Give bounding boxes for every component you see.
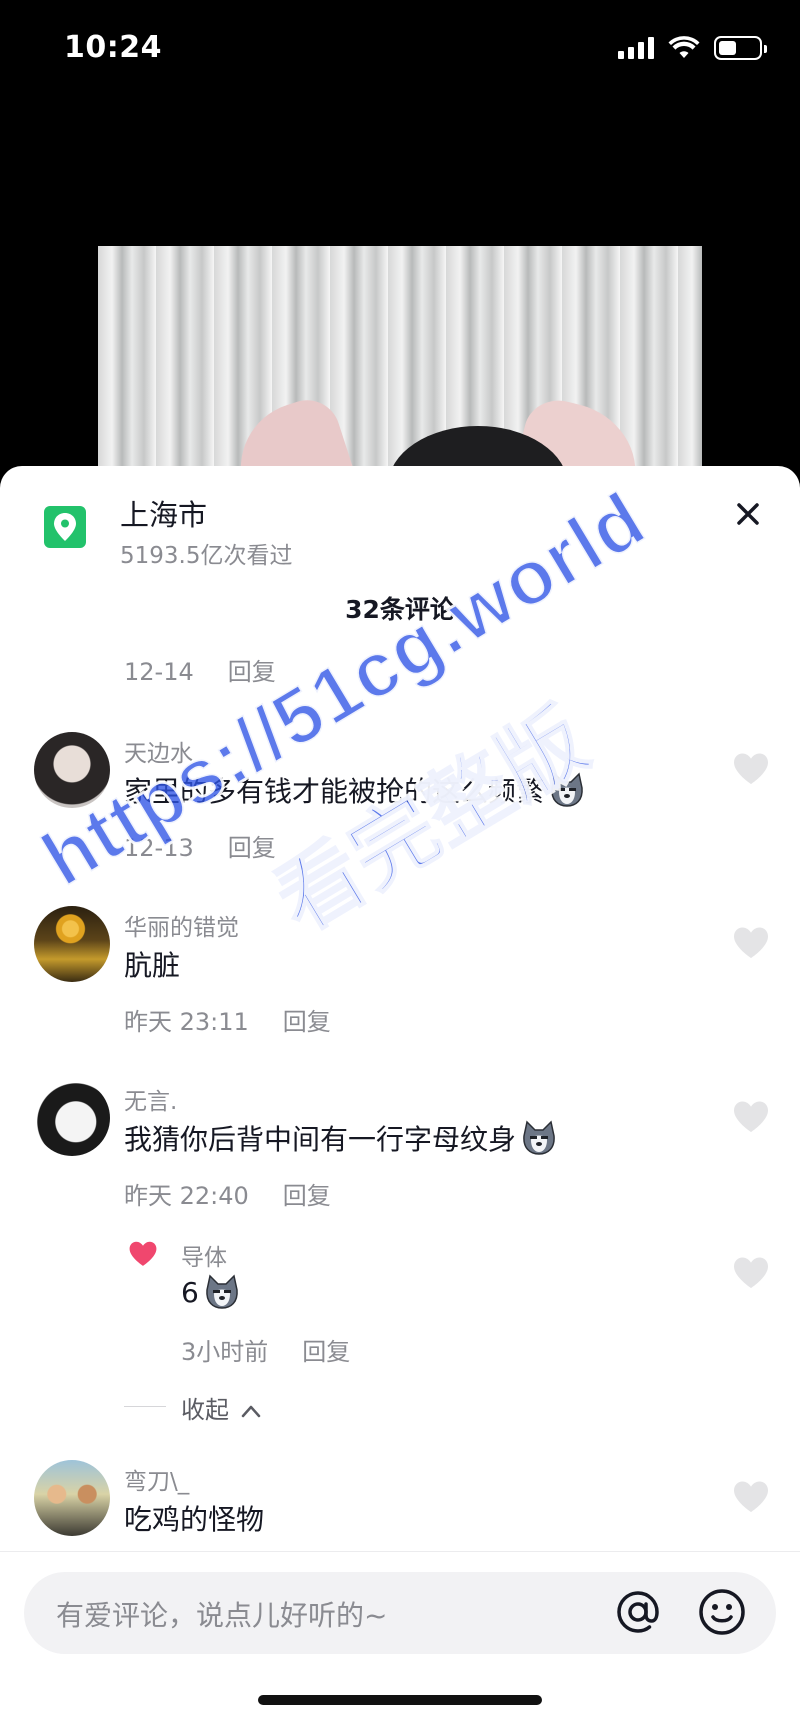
reply-button[interactable]: 回复 [302,1338,350,1366]
comment-text-content: 肮脏 [124,949,181,982]
comment-text-content: 家里的多有钱才能被抢的这么频繁 [124,775,545,808]
comment-text: 我猜你后背中间有一行字母纹身 [124,1118,558,1158]
location-name[interactable]: 上海市 [120,492,207,534]
collapse-label: 收起 [181,1396,229,1424]
cellular-signal-icon [618,37,654,59]
reply-button[interactable]: 回复 [283,1182,331,1210]
comment-username[interactable]: 华丽的错觉 [124,908,239,942]
heart-icon[interactable] [732,752,770,786]
reply-button[interactable]: 回复 [283,1008,331,1036]
status-bar: 10:24 [0,0,800,100]
cat-ear-left [223,391,363,476]
comment-date: 12-13 [124,834,194,862]
reply-date: 3小时前 [181,1338,269,1366]
reply-username[interactable]: 导体 [181,1238,227,1272]
comment-meta: 12-14 回复 [124,652,276,687]
comment-text: 家里的多有钱才能被抢的这么频繁 [124,770,586,810]
battery-icon [714,36,767,60]
comment-count-title: 32条评论 [345,595,455,624]
wifi-icon [668,36,700,58]
comment-input-placeholder: 有爱评论，说点儿好听的~ [56,1599,388,1632]
reply-button[interactable]: 回复 [228,834,276,862]
comment-username[interactable]: 弯刀\_ [124,1462,189,1496]
comment-text-content: 吃鸡的怪物 [124,1503,265,1536]
comment-input[interactable]: 有爱评论，说点儿好听的~ [24,1572,776,1654]
avatar[interactable] [34,1460,110,1536]
status-icons [618,36,767,60]
comment-date: 昨天 23:11 [124,1008,249,1036]
reply-author-heart-icon [129,1241,157,1266]
video-preview[interactable] [98,246,702,476]
location-pin-icon [44,506,86,548]
heart-icon[interactable] [732,926,770,960]
status-time: 10:24 [64,30,162,65]
comment-username[interactable]: 无言. [124,1082,177,1116]
comment-meta: 昨天 22:40 回复 [124,1176,331,1211]
heart-icon[interactable] [732,1256,770,1290]
comment-date: 昨天 22:40 [124,1182,249,1210]
emoji-smile-icon[interactable] [696,1586,748,1638]
avatar[interactable] [34,1080,110,1156]
husky-emoji-icon [523,1120,555,1155]
home-indicator[interactable] [258,1695,542,1705]
comment-username[interactable]: 天边水 [124,734,193,768]
collapse-divider [124,1406,166,1407]
avatar[interactable] [34,906,110,982]
husky-emoji-icon [206,1274,238,1309]
comment-date: 12-14 [124,658,194,686]
mention-at-icon[interactable] [610,1584,666,1640]
location-views: 5193.5亿次看过 [120,543,293,569]
comment-input-bar: 有爱评论，说点儿好听的~ [0,1551,800,1733]
comment-text-content: 我猜你后背中间有一行字母纹身 [124,1123,517,1156]
reply-button[interactable]: 回复 [228,658,276,686]
husky-emoji-icon [551,772,583,807]
comment-meta: 12-13 回复 [124,828,276,863]
reply-meta: 3小时前 回复 [181,1332,350,1367]
reply-text-content: 6 [181,1275,199,1309]
comment-sheet: 上海市 5193.5亿次看过 32条评论 12-14 回复 天边水 家里的多有钱才… [0,466,800,1733]
chevron-up-icon [241,1405,260,1418]
reply-text: 6 [181,1274,241,1310]
collapse-replies-button[interactable]: 收起 [181,1390,261,1425]
heart-icon[interactable] [732,1100,770,1134]
close-icon[interactable] [730,496,766,532]
comment-text: 肮脏 [124,944,180,984]
heart-icon[interactable] [732,1480,770,1514]
avatar[interactable] [34,732,110,808]
comment-text: 吃鸡的怪物 [124,1498,264,1538]
comment-meta: 昨天 23:11 回复 [124,1002,331,1037]
